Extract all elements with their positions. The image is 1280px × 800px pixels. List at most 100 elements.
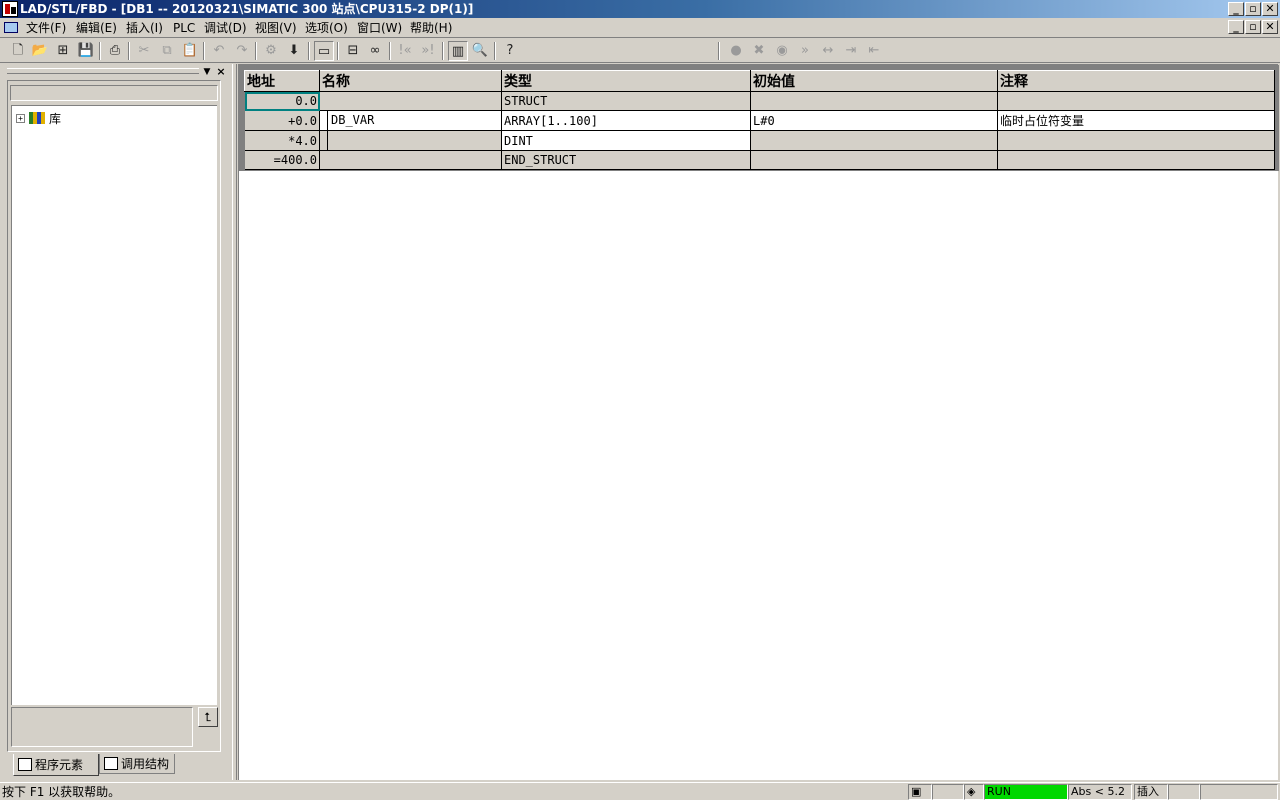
expand-icon[interactable]: + [16,113,25,123]
collapse-description-button[interactable]: ⮤ [198,707,218,727]
open-icon[interactable]: 📂 [30,41,50,61]
undo-icon[interactable]: ↶ [209,41,229,61]
menu-view[interactable]: 视图(V) [253,20,299,36]
document-icon[interactable] [4,22,18,33]
menu-options[interactable]: 选项(O) [303,20,350,36]
network-icon[interactable]: ⊞ [53,41,73,61]
toolbar-separator [442,42,444,60]
panel-splitter[interactable] [232,64,237,780]
cell-comment[interactable] [997,91,1275,111]
tree-item-library[interactable]: + 库 [16,110,61,126]
menu-insert[interactable]: 插入(I) [124,20,165,36]
cell-address[interactable]: =400.0 [244,150,320,170]
description-box [11,707,193,747]
cell-comment[interactable] [997,150,1275,170]
app-icon[interactable] [2,1,18,17]
header-initial-value[interactable]: 初始值 [750,70,998,92]
header-address[interactable]: 地址 [244,70,320,92]
monitor-icon[interactable]: ▭ [314,41,334,61]
next-error-icon[interactable]: »! [418,41,438,61]
glasses-icon[interactable]: ∞ [365,41,385,61]
delete-breakpoint-icon[interactable]: ✖ [749,41,769,61]
menu-file[interactable]: 文件(F) [24,20,68,36]
toolbar-separator [99,42,101,60]
table-row[interactable]: +0.0 DB_VAR ARRAY[1..100] L#0 临时占位符变量 [244,110,1275,131]
zoom-icon[interactable]: 🔍 [470,41,490,61]
cell-name[interactable] [319,150,502,170]
doc-restore-button[interactable]: ▫ [1245,20,1261,34]
minimize-button[interactable]: _ [1228,2,1244,16]
panel-close-icon[interactable]: × [215,66,227,78]
tab-call-structure[interactable]: 调用结构 [99,754,175,774]
cell-initial-value[interactable] [750,91,998,111]
abs-indicator: Abs < 5.2 [1068,784,1132,800]
copy-icon[interactable]: ⧉ [157,41,177,61]
prev-error-icon[interactable]: !« [395,41,415,61]
cell-type[interactable]: END_STRUCT [501,150,751,170]
step-icon[interactable]: ⇤ [864,41,884,61]
panel-grip[interactable] [7,68,199,74]
menu-debug[interactable]: 调试(D) [202,20,249,36]
menu-plc[interactable]: PLC [171,20,197,36]
panel-header [10,85,218,101]
new-icon[interactable]: 🗋 [8,41,28,61]
cell-type[interactable]: STRUCT [501,91,751,111]
tab-program-elements[interactable]: 程序元素 [13,754,99,776]
cut-icon[interactable]: ✂ [134,41,154,61]
cell-initial-value[interactable] [750,150,998,170]
cell-name[interactable] [319,91,502,111]
cell-type[interactable]: DINT [501,130,751,151]
cell-address[interactable]: *4.0 [244,130,320,151]
db-editor: 地址 名称 类型 初始值 注释 0.0 STRUCT +0.0 DB_VAR A… [238,64,1279,780]
paste-icon[interactable]: 📋 [180,41,200,61]
toolbar-separator [718,42,720,60]
cell-address[interactable]: +0.0 [244,110,320,131]
table-row[interactable]: =400.0 END_STRUCT [244,150,1275,170]
close-button[interactable]: ✕ [1262,2,1278,16]
doc-close-button[interactable]: ✕ [1262,20,1278,34]
save-icon[interactable]: 💾 [76,41,96,61]
redo-icon[interactable]: ↷ [232,41,252,61]
online-status-icon: ▣ [908,784,932,800]
details-icon[interactable]: ⊟ [343,41,363,61]
print-icon[interactable]: ⎙ [105,41,125,61]
cell-initial-value[interactable]: L#0 [750,110,998,131]
doc-minimize-button[interactable]: _ [1228,20,1244,34]
element-tree[interactable]: + 库 [11,105,217,705]
table-row[interactable]: 0.0 STRUCT [244,91,1275,111]
download-icon[interactable]: ⬇ [284,41,304,61]
header-comment[interactable]: 注释 [997,70,1275,92]
menu-help[interactable]: 帮助(H) [408,20,454,36]
cell-type[interactable]: ARRAY[1..100] [501,110,751,131]
table-row[interactable]: *4.0 DINT [244,130,1275,151]
tree-item-label: 库 [49,111,62,126]
panel-menu-icon[interactable]: ▼ [201,66,213,78]
toolbar: 🗋 📂 ⊞ 💾 ⎙ ✂ ⧉ 📋 ↶ ↷ ⚙ ⬇ ▭ ⊟ ∞ !« »! ▥ 🔍 … [0,39,1280,63]
help-icon[interactable]: ? [500,41,520,61]
cell-address[interactable]: 0.0 [244,91,320,111]
cell-initial-value[interactable] [750,130,998,151]
menu-window[interactable]: 窗口(W) [355,20,404,36]
compile-icon[interactable]: ⚙ [261,41,281,61]
next-statement-icon[interactable]: ↔ [818,41,838,61]
window-title: LAD/STL/FBD - [DB1 -- 20120321\SIMATIC 3… [20,2,474,16]
breakpoints-active-icon[interactable]: ◉ [772,41,792,61]
breakpoint-icon[interactable]: ● [726,41,746,61]
cell-name[interactable]: DB_VAR [319,110,502,131]
library-icon [29,112,45,124]
cell-name[interactable] [319,130,502,151]
status-help-text: 按下 F1 以获取帮助。 [2,785,121,799]
toolbar-separator [494,42,496,60]
restore-button[interactable]: ▫ [1245,2,1261,16]
continue-icon[interactable]: » [795,41,815,61]
execute-call-icon[interactable]: ⇥ [841,41,861,61]
menu-edit[interactable]: 编辑(E) [74,20,119,36]
cell-comment[interactable]: 临时占位符变量 [997,110,1275,131]
toolbar-separator [203,42,205,60]
status-panel-empty [1168,784,1200,800]
cell-comment[interactable] [997,130,1275,151]
header-name[interactable]: 名称 [319,70,502,92]
header-type[interactable]: 类型 [501,70,751,92]
program-elements-panel: ▼ × + 库 ⮤ 程序元素 调用结构 [3,64,228,780]
overview-icon[interactable]: ▥ [448,41,468,61]
